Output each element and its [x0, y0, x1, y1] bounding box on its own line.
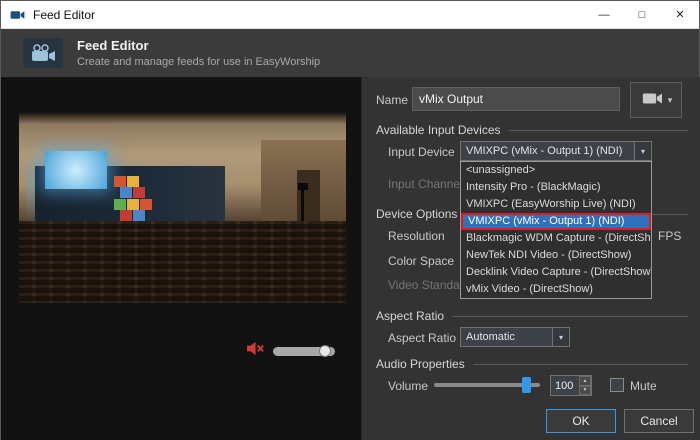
- stage-block: [127, 176, 139, 187]
- feed-camera-icon: [23, 38, 63, 68]
- preview-volume-slider[interactable]: [273, 347, 335, 356]
- dropdown-item-vmixpc-easyworship[interactable]: VMIXPC (EasyWorship Live) (NDI): [461, 196, 651, 213]
- fps-label: FPS: [658, 229, 681, 243]
- stage-block: [114, 176, 126, 187]
- dialog-title: Feed Editor: [77, 38, 320, 53]
- section-device-options: Device Options: [376, 207, 457, 221]
- close-button[interactable]: ✕: [661, 1, 699, 28]
- window-title: Feed Editor: [33, 8, 95, 22]
- minimize-button[interactable]: —: [585, 1, 623, 28]
- resolution-label: Resolution: [388, 229, 445, 243]
- input-channel-label: Input Channel: [388, 177, 463, 191]
- chevron-down-icon[interactable]: ▾: [552, 328, 569, 346]
- aspect-ratio-combo[interactable]: Automatic ▾: [460, 327, 570, 347]
- stage-block: [120, 187, 132, 198]
- stage-block: [120, 210, 132, 221]
- projection-screen: [45, 151, 107, 189]
- dropdown-item-vmix-video[interactable]: vMix Video - (DirectShow): [461, 281, 651, 298]
- volume-spinner: ▲ ▼: [579, 376, 591, 395]
- section-divider: [509, 130, 688, 131]
- spinner-down-icon[interactable]: ▼: [579, 386, 591, 396]
- spinner-up-icon[interactable]: ▲: [579, 376, 591, 386]
- settings-panel: Name ▾ Available Input Devices Input Dev…: [361, 77, 700, 440]
- dropdown-item-vmixpc-vmix-output[interactable]: VMIXPC (vMix - Output 1) (NDI): [461, 213, 651, 230]
- input-device-dropdown-list: <unassigned> Intensity Pro - (BlackMagic…: [460, 161, 652, 299]
- dialog-subtitle: Create and manage feeds for use in EasyW…: [77, 56, 320, 68]
- dropdown-item-unassigned[interactable]: <unassigned>: [461, 162, 651, 179]
- feed-name-input[interactable]: [412, 87, 620, 111]
- stage-block: [114, 199, 126, 210]
- volume-slider-handle[interactable]: [522, 377, 531, 393]
- section-available-input-devices: Available Input Devices: [376, 123, 501, 137]
- volume-label: Volume: [388, 379, 428, 393]
- app-camera-icon: [10, 9, 25, 21]
- camera-source-button[interactable]: ▾: [630, 82, 682, 118]
- camera-icon: [640, 91, 664, 109]
- dialog-header: Feed Editor Create and manage feeds for …: [1, 29, 699, 77]
- stage-block: [140, 199, 152, 210]
- titlebar: Feed Editor — □ ✕: [1, 1, 699, 29]
- stage-block: [127, 199, 139, 210]
- aspect-ratio-value: Automatic: [461, 331, 552, 343]
- input-device-combo[interactable]: VMIXPC (vMix - Output 1) (NDI) ▾: [460, 141, 652, 161]
- input-device-value: VMIXPC (vMix - Output 1) (NDI): [461, 145, 634, 157]
- dropdown-item-intensity-pro[interactable]: Intensity Pro - (BlackMagic): [461, 179, 651, 196]
- mute-checkbox[interactable]: [610, 378, 624, 392]
- audience-seats: [19, 221, 346, 303]
- feed-editor-dialog: Feed Editor — □ ✕ Feed Editor Create and…: [0, 0, 700, 440]
- video-preview-area: [1, 77, 361, 440]
- stage-block: [133, 187, 145, 198]
- color-space-label: Color Space: [388, 254, 454, 268]
- section-divider: [473, 364, 688, 365]
- video-standard-label: Video Standard: [388, 278, 471, 292]
- section-divider: [452, 316, 688, 317]
- camera-head: [298, 183, 308, 190]
- dropdown-item-blackmagic-wdm[interactable]: Blackmagic WDM Capture - (DirectShow): [461, 230, 651, 247]
- video-preview-frame: [19, 113, 346, 303]
- volume-slider[interactable]: [434, 383, 540, 387]
- maximize-button[interactable]: □: [623, 1, 661, 28]
- chevron-down-icon: ▾: [668, 95, 673, 106]
- chevron-down-icon[interactable]: ▾: [634, 142, 651, 160]
- section-aspect-ratio: Aspect Ratio: [376, 309, 444, 323]
- cancel-button[interactable]: Cancel: [624, 409, 694, 433]
- dropdown-item-newtek-ndi[interactable]: NewTek NDI Video - (DirectShow): [461, 247, 651, 264]
- mute-label: Mute: [630, 379, 657, 393]
- muted-speaker-icon[interactable]: [247, 341, 265, 361]
- name-label: Name: [376, 93, 408, 107]
- preview-volume-handle[interactable]: [319, 345, 331, 357]
- section-audio-properties: Audio Properties: [376, 357, 465, 371]
- aspect-ratio-label: Aspect Ratio: [388, 331, 456, 345]
- ok-button[interactable]: OK: [546, 409, 616, 433]
- input-device-label: Input Device: [388, 145, 455, 159]
- stage-block: [133, 210, 145, 221]
- dropdown-item-decklink[interactable]: Decklink Video Capture - (DirectShow): [461, 264, 651, 281]
